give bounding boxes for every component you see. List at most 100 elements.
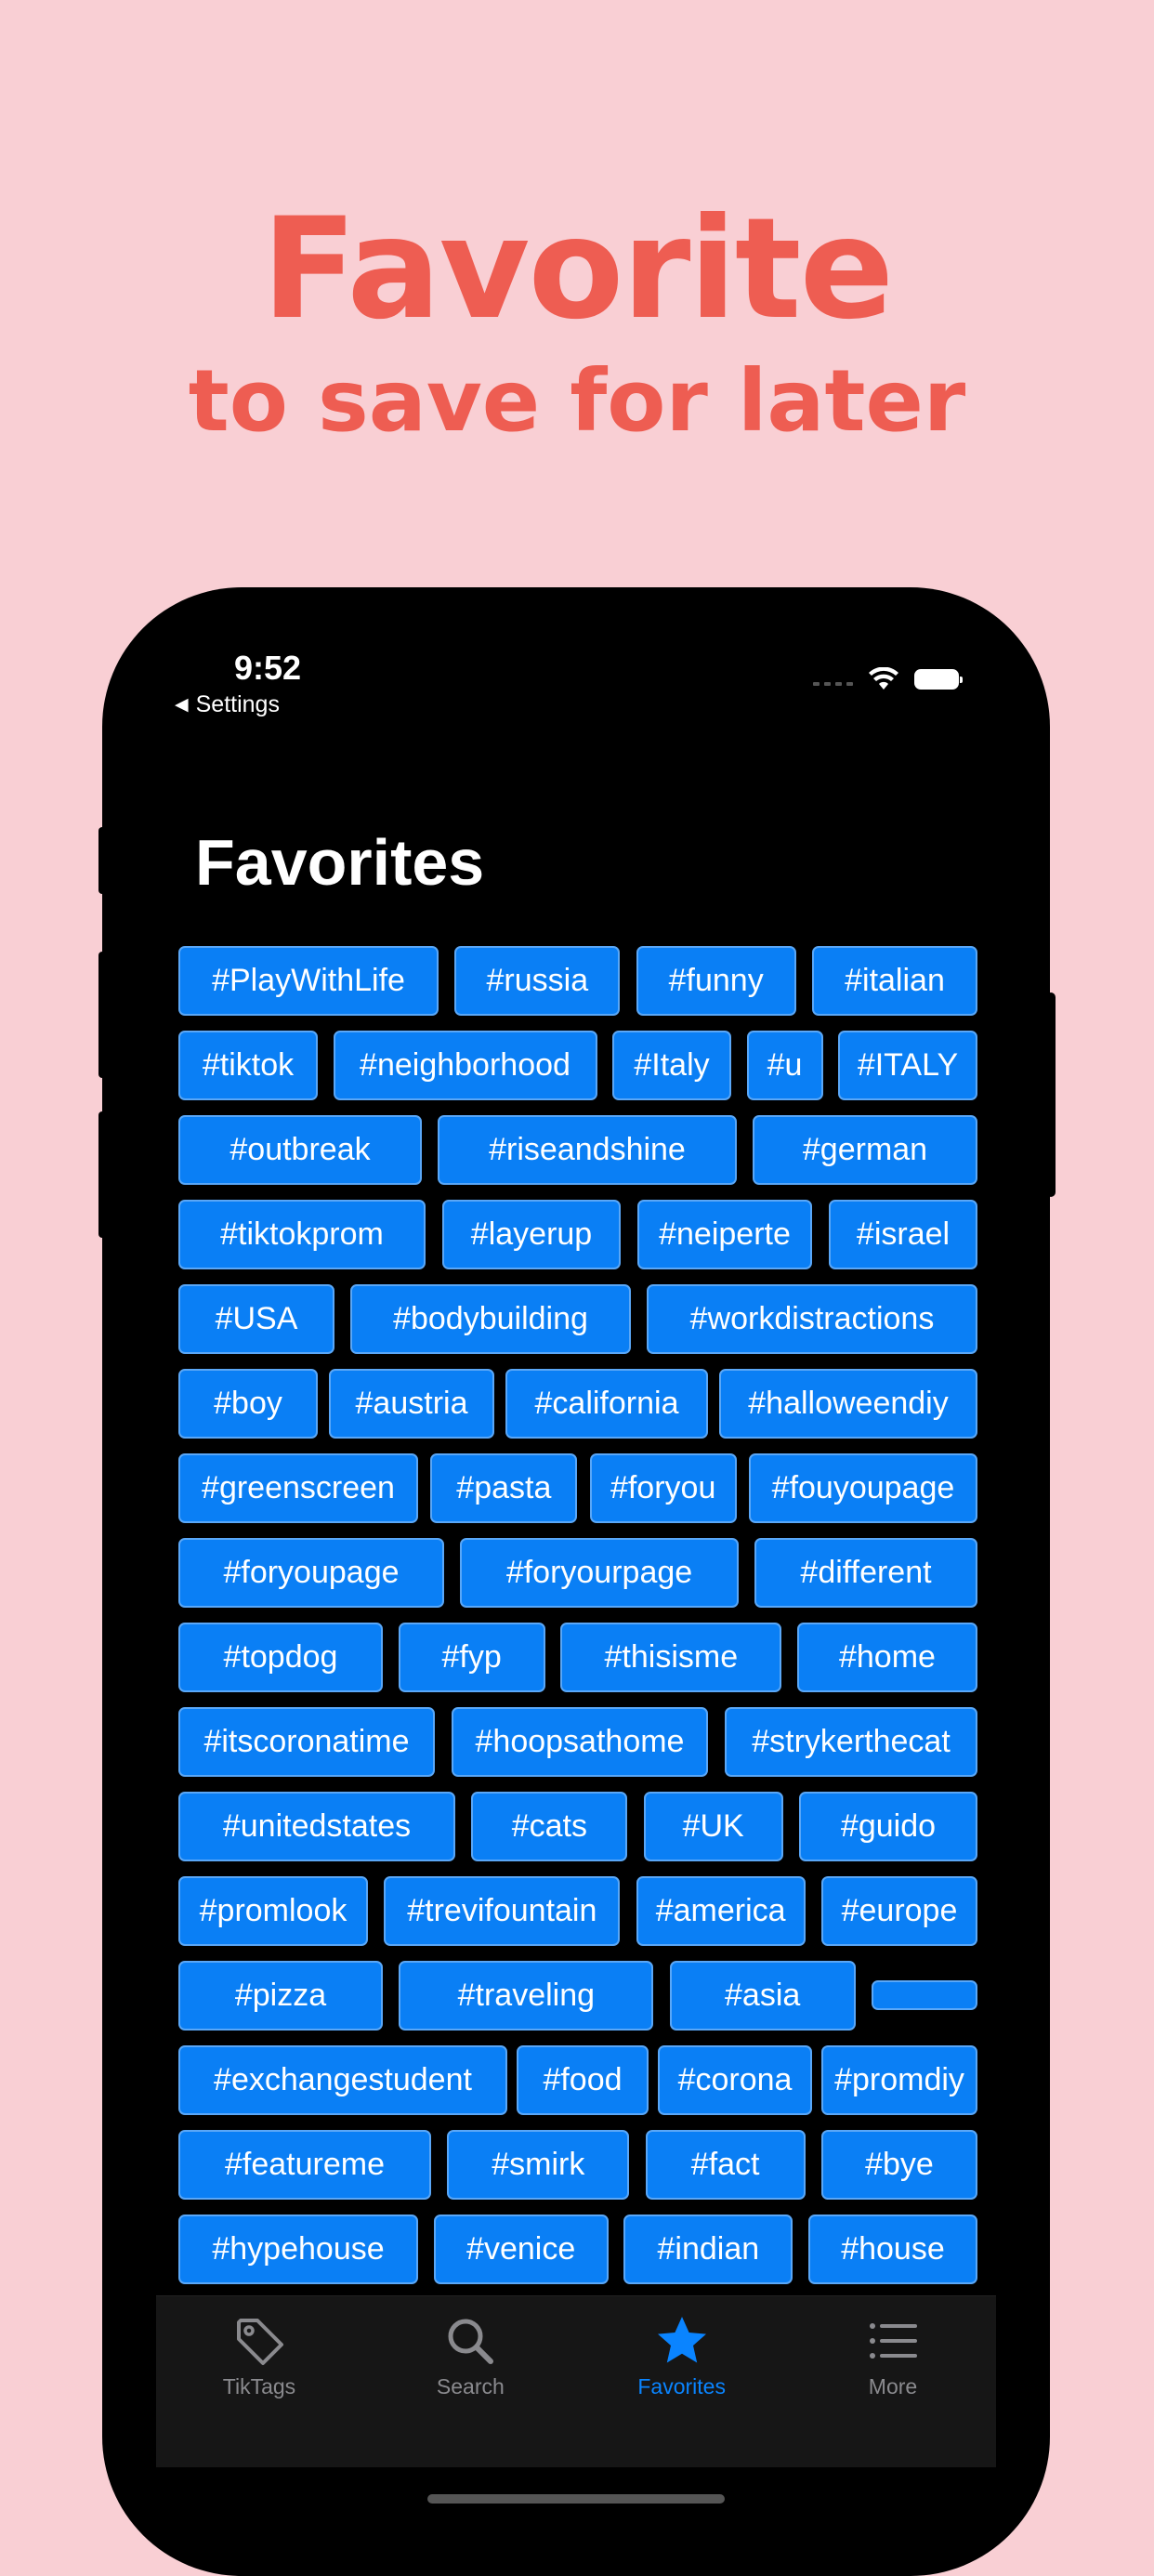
tag-row: #PlayWithLife #russia #funny #italian	[178, 946, 977, 1016]
hashtag-button[interactable]: #UK	[643, 1792, 783, 1861]
hashtag-button[interactable]: #promdiy	[821, 2045, 977, 2115]
cellular-signal-icon	[813, 673, 853, 686]
hashtag-button[interactable]: #fouyoupage	[748, 1453, 977, 1523]
tag-row: #featureme #smirk #fact #bye	[178, 2130, 977, 2200]
hashtag-button[interactable]: #home	[796, 1623, 977, 1692]
tag-row: #foryoupage #foryourpage #different	[178, 1538, 977, 1608]
hashtag-button[interactable]: #california	[505, 1369, 708, 1439]
tag-row: #itscoronatime #hoopsathome #strykerthecat	[178, 1707, 977, 1777]
hashtag-button[interactable]: #hypehouse	[178, 2215, 418, 2284]
hashtag-button[interactable]: #food	[517, 2045, 649, 2115]
hashtag-button[interactable]: #venice	[433, 2215, 609, 2284]
search-icon	[448, 2319, 494, 2364]
hashtag-button[interactable]: #workdistractions	[647, 1284, 977, 1354]
tab-search[interactable]: Search	[400, 2296, 540, 2467]
hashtag-button[interactable]: #bye	[820, 2130, 977, 2200]
status-icons	[813, 667, 963, 691]
hashtag-button[interactable]: #foryou	[589, 1453, 737, 1523]
hashtag-button[interactable]	[871, 1980, 977, 2010]
phone-frame: 9:52 ◀ Settings Favorites #PlayWithLife #…	[102, 587, 1050, 2576]
home-indicator	[427, 2494, 725, 2504]
hashtag-button[interactable]: #bodybuilding	[350, 1284, 631, 1354]
hashtag-button[interactable]: #foryourpage	[460, 1538, 739, 1608]
back-triangle-icon: ◀	[175, 695, 189, 715]
hashtag-button[interactable]: #russia	[454, 946, 621, 1016]
tab-label: Search	[436, 2374, 505, 2399]
hashtag-button[interactable]: #guido	[798, 1792, 977, 1861]
hashtag-button[interactable]: #trevifountain	[384, 1876, 621, 1946]
hashtag-button[interactable]: #Italy	[612, 1031, 731, 1100]
hashtag-button[interactable]: #boy	[178, 1369, 318, 1439]
hashtag-button[interactable]: #fyp	[398, 1623, 545, 1692]
hashtag-button[interactable]: #indian	[623, 2215, 793, 2284]
hashtag-button[interactable]: #neiperte	[637, 1200, 812, 1269]
hashtag-button[interactable]: #german	[753, 1115, 977, 1185]
hashtag-button[interactable]: #america	[636, 1876, 806, 1946]
hashtag-button[interactable]: #israel	[829, 1200, 977, 1269]
battery-icon	[914, 669, 963, 690]
hashtag-button[interactable]: #greenscreen	[178, 1453, 418, 1523]
tab-bar: TikTags Search Favorites More	[156, 2295, 996, 2467]
tag-row: #outbreak #riseandshine #german	[178, 1115, 977, 1185]
hashtag-button[interactable]: #exchangestudent	[178, 2045, 507, 2115]
hashtag-button[interactable]: #featureme	[178, 2130, 431, 2200]
hashtag-button[interactable]: #promlook	[178, 1876, 368, 1946]
hashtag-button[interactable]: #USA	[178, 1284, 334, 1354]
hashtag-button[interactable]: #riseandshine	[438, 1115, 737, 1185]
hashtag-button[interactable]: #italian	[811, 946, 977, 1016]
hashtag-button[interactable]: #itscoronatime	[178, 1707, 435, 1777]
hashtag-button[interactable]: #halloweendiy	[719, 1369, 977, 1439]
hashtag-button[interactable]: #outbreak	[178, 1115, 422, 1185]
hashtag-button[interactable]: #europe	[820, 1876, 977, 1946]
hashtag-button[interactable]: #pizza	[178, 1961, 383, 2031]
hashtag-button[interactable]: #corona	[658, 2045, 812, 2115]
hashtag-button[interactable]: #u	[746, 1031, 823, 1100]
hashtag-button[interactable]: #different	[754, 1538, 977, 1608]
tag-row: #topdog #fyp #thisisme #home	[178, 1623, 977, 1692]
tab-label: Favorites	[637, 2374, 726, 2399]
tab-more[interactable]: More	[823, 2296, 963, 2467]
promo-subtitle: to save for later	[188, 351, 966, 451]
hashtag-button[interactable]: #cats	[471, 1792, 628, 1861]
page-title: Favorites	[195, 826, 485, 899]
tag-row: #USA #bodybuilding #workdistractions	[178, 1284, 977, 1354]
hashtag-button[interactable]: #ITALY	[838, 1031, 977, 1100]
wifi-icon	[869, 667, 898, 690]
status-time: 9:52	[234, 649, 302, 687]
hashtag-button[interactable]: #topdog	[178, 1623, 383, 1692]
star-icon	[657, 2317, 706, 2363]
tag-icon	[237, 2319, 283, 2365]
hashtag-button[interactable]: #tiktokprom	[178, 1200, 426, 1269]
promo-title: Favorite	[261, 189, 895, 350]
tab-label: More	[868, 2374, 918, 2399]
list-icon	[869, 2323, 917, 2359]
tag-row: #boy #austria #california #halloweendiy	[178, 1369, 977, 1439]
tab-tiktags[interactable]: TikTags	[190, 2296, 329, 2467]
tag-row: #promlook #trevifountain #america #europe	[178, 1876, 977, 1946]
hashtag-button[interactable]: #thisisme	[560, 1623, 782, 1692]
hashtag-button[interactable]: #neighborhood	[333, 1031, 597, 1100]
favorite-tags-grid: #PlayWithLife #russia #funny #italian #tikto…	[178, 946, 977, 2299]
hashtag-button[interactable]: #fact	[645, 2130, 806, 2200]
tab-favorites[interactable]: Favorites	[612, 2296, 752, 2467]
hashtag-button[interactable]: #layerup	[442, 1200, 621, 1269]
tag-row: #unitedstates #cats #UK #guido	[178, 1792, 977, 1861]
tab-label: TikTags	[222, 2374, 296, 2399]
hashtag-button[interactable]: #house	[807, 2215, 977, 2284]
hashtag-button[interactable]: #unitedstates	[178, 1792, 455, 1861]
hashtag-button[interactable]: #foryoupage	[178, 1538, 444, 1608]
tag-row: #pizza #traveling #asia	[178, 1961, 977, 2031]
hashtag-button[interactable]: #funny	[636, 946, 796, 1016]
back-to-settings[interactable]: ◀ Settings	[175, 691, 280, 718]
hashtag-button[interactable]: #austria	[329, 1369, 494, 1439]
hashtag-button[interactable]: #asia	[669, 1961, 856, 2031]
hashtag-button[interactable]: #strykerthecat	[725, 1707, 977, 1777]
hashtag-button[interactable]: #PlayWithLife	[178, 946, 439, 1016]
hashtag-button[interactable]: #smirk	[447, 2130, 630, 2200]
hashtag-button[interactable]: #tiktok	[178, 1031, 318, 1100]
hashtag-button[interactable]: #traveling	[399, 1961, 654, 2031]
hashtag-button[interactable]: #hoopsathome	[452, 1707, 708, 1777]
tag-row: #tiktokprom #layerup #neiperte #israel	[178, 1200, 977, 1269]
hashtag-button[interactable]: #pasta	[430, 1453, 578, 1523]
tag-row: #hypehouse #venice #indian #house	[178, 2215, 977, 2284]
